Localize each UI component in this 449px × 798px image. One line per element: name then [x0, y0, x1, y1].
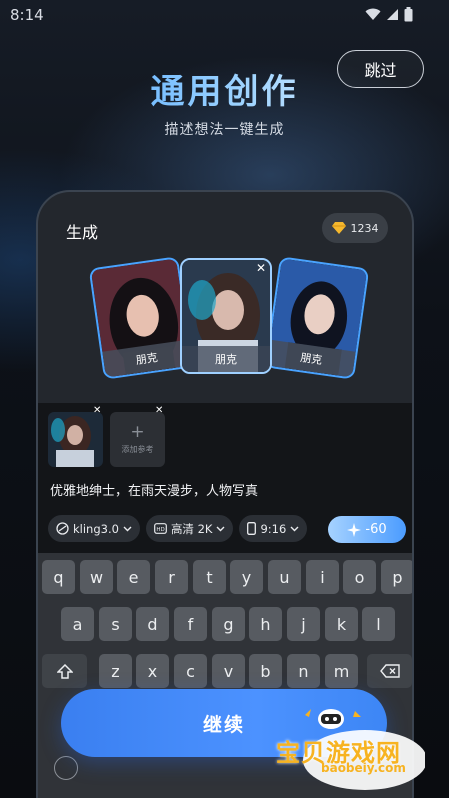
- model-select[interactable]: kling3.0: [48, 515, 140, 542]
- key[interactable]: g: [212, 607, 245, 641]
- remove-style-icon[interactable]: ✕: [256, 261, 266, 275]
- key[interactable]: u: [268, 560, 301, 594]
- signal-icon: [387, 9, 398, 20]
- hd-icon: HD: [154, 523, 167, 534]
- key[interactable]: r: [155, 560, 188, 594]
- watermark-url: baobeiy.com: [321, 761, 406, 775]
- quality-select[interactable]: HD 高清 2K: [145, 515, 234, 542]
- key[interactable]: t: [193, 560, 226, 594]
- add-reference-button[interactable]: + 添加参考: [110, 412, 165, 467]
- plus-icon: +: [130, 422, 145, 442]
- key[interactable]: p: [381, 560, 412, 594]
- key[interactable]: w: [80, 560, 113, 594]
- page-subtitle: 描述想法一键生成: [164, 122, 285, 138]
- key[interactable]: e: [117, 560, 150, 594]
- aspect-ratio-icon: [247, 522, 257, 535]
- key[interactable]: s: [99, 607, 132, 641]
- remove-reference-icon[interactable]: ✕: [93, 405, 101, 416]
- key[interactable]: h: [249, 607, 282, 641]
- key[interactable]: x: [136, 654, 169, 688]
- key[interactable]: z: [99, 654, 132, 688]
- key[interactable]: d: [136, 607, 169, 641]
- prompt-panel: ✕ + 添加参考 ✕ 优雅地绅士，在雨天漫步，人物写真 kling3.0 HD …: [38, 403, 412, 553]
- style-card[interactable]: 朋克: [88, 256, 194, 380]
- option-bar: kling3.0 HD 高清 2K 9:16: [48, 515, 308, 542]
- chevron-down-icon: [290, 526, 299, 531]
- key[interactable]: v: [212, 654, 245, 688]
- style-card-label: 朋克: [182, 346, 270, 372]
- model-label: kling3.0: [73, 521, 119, 536]
- key[interactable]: k: [325, 607, 358, 641]
- chevron-down-icon: [216, 526, 225, 531]
- wifi-icon: [365, 8, 381, 20]
- sparkle-icon: [347, 522, 362, 537]
- backspace-icon: [379, 664, 400, 678]
- credits-count: 1234: [350, 221, 379, 235]
- status-time: 8:14: [10, 6, 44, 24]
- reference-image: [48, 412, 103, 467]
- key[interactable]: j: [287, 607, 320, 641]
- ratio-label: 9:16: [260, 521, 287, 536]
- key[interactable]: q: [42, 560, 75, 594]
- diamond-icon: [331, 222, 346, 234]
- battery-icon: [404, 7, 413, 22]
- shift-icon: [56, 663, 73, 679]
- generate-button[interactable]: -60: [328, 516, 406, 543]
- style-card[interactable]: 朋克: [264, 256, 370, 380]
- ratio-select[interactable]: 9:16: [239, 515, 308, 542]
- reference-thumbnail[interactable]: [48, 412, 103, 467]
- key[interactable]: l: [362, 607, 395, 641]
- prompt-text[interactable]: 优雅地绅士，在雨天漫步，人物写真: [50, 480, 258, 499]
- cost-label: -60: [365, 522, 387, 537]
- key[interactable]: f: [174, 607, 207, 641]
- model-icon: [56, 522, 69, 535]
- chevron-down-icon: [123, 526, 132, 531]
- key[interactable]: i: [306, 560, 339, 594]
- key[interactable]: o: [343, 560, 376, 594]
- credits-badge[interactable]: 1234: [322, 213, 388, 243]
- key[interactable]: a: [61, 607, 94, 641]
- generate-section-label: 生成: [66, 223, 99, 242]
- key[interactable]: m: [325, 654, 358, 688]
- remove-add-icon[interactable]: ✕: [155, 405, 163, 416]
- key[interactable]: b: [249, 654, 282, 688]
- quality-label: 高清 2K: [170, 521, 213, 536]
- key[interactable]: c: [174, 654, 207, 688]
- style-card-selected[interactable]: 朋克 ✕: [180, 258, 272, 374]
- key[interactable]: n: [287, 654, 320, 688]
- page-title: 通用创作: [0, 64, 449, 113]
- emoji-icon[interactable]: [54, 756, 78, 780]
- key[interactable]: y: [230, 560, 263, 594]
- shift-key[interactable]: [42, 654, 87, 688]
- svg-text:HD: HD: [156, 527, 164, 533]
- add-reference-label: 添加参考: [121, 445, 154, 454]
- backspace-key[interactable]: [367, 654, 412, 688]
- status-bar: 8:14: [0, 0, 449, 30]
